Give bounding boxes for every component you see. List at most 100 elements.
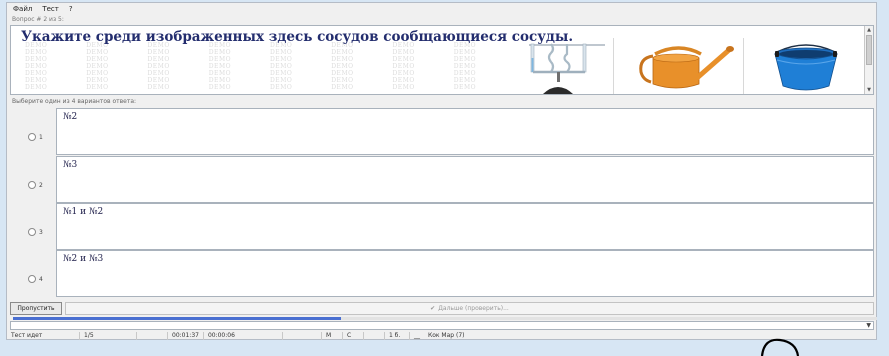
answer-number: 2: [39, 181, 43, 189]
watermark-text: DEMO: [86, 84, 109, 91]
watermark-text: DEMO: [208, 63, 232, 70]
answer-number: 4: [39, 275, 43, 283]
radio-button-4[interactable]: [28, 275, 36, 283]
watermark-text: DEMO: [25, 63, 48, 70]
menu-file[interactable]: Файл: [13, 5, 32, 13]
status-score: 1 б.: [385, 331, 410, 340]
skip-button[interactable]: Пропустить: [10, 302, 62, 315]
answer-box[interactable]: №2 и №3: [56, 250, 874, 297]
watermark-text: DEMO: [392, 77, 415, 84]
watermark-text: DEMO: [331, 77, 354, 84]
status-bar: Тест идет 1/5 00:01:37 00:00:06 M C 1 б.…: [7, 331, 876, 340]
menu-bar: Файл Тест ?: [7, 3, 876, 14]
chevron-down-icon[interactable]: ▼: [866, 322, 871, 330]
status-user-separator: __: [413, 331, 420, 339]
demo-watermark: DEMO DEMO DEMO DEMO DEMO DEMO DEMO DEMO DEMO DEMO…: [25, 42, 515, 94]
radio-button-2[interactable]: [28, 181, 36, 189]
answer-text: №2 и №3: [63, 254, 104, 264]
dropdown-combo[interactable]: ▼: [10, 321, 874, 330]
answer-box[interactable]: №3: [56, 156, 874, 203]
status-c: C: [343, 331, 364, 340]
status-state: Тест идет: [7, 331, 80, 340]
answer-box[interactable]: №2: [56, 108, 874, 155]
watermark-text: DEMO: [331, 56, 354, 63]
question-text: Укажите среди изображенных здесь сосудов…: [21, 29, 574, 45]
answer-number: 3: [39, 228, 43, 236]
watermark-text: DEMO: [270, 84, 293, 91]
watermark-text: DEMO: [392, 70, 415, 77]
status-spacer: [283, 331, 322, 340]
next-button-label: Дальше (проверить)...: [438, 305, 509, 312]
watermark-text: DEMO: [453, 84, 477, 91]
watermark-text: DEMO: [453, 63, 477, 70]
watermark-text: DEMO: [147, 70, 170, 77]
status-m: M: [322, 331, 343, 340]
watermark-text: DEMO: [86, 63, 109, 70]
question-counter: Вопрос # 2 из 5:: [12, 16, 64, 23]
progress-fill: [13, 317, 342, 320]
watermark-text: DEMO: [25, 49, 48, 56]
watermark-text: DEMO: [392, 63, 415, 70]
menu-test[interactable]: Тест: [42, 5, 59, 13]
watermark-text: DEMO: [86, 70, 109, 77]
status-progress: 1/5: [80, 331, 137, 340]
menu-help[interactable]: ?: [69, 5, 73, 13]
answer-list: 1 №2 2 №3 3 №1 и №2 4 №2 и №3: [10, 108, 874, 298]
question-panel: DEMO DEMO DEMO DEMO DEMO DEMO DEMO DEMO DEMO DEMO…: [10, 25, 874, 95]
watermark-text: DEMO: [86, 49, 109, 56]
answer-text: №2: [63, 112, 78, 122]
watermark-text: DEMO: [270, 77, 293, 84]
radio-button-3[interactable]: [28, 228, 36, 236]
status-spacer: [137, 331, 168, 340]
answer-option-1[interactable]: 1 №2: [10, 108, 874, 155]
question-scrollbar[interactable]: ▲ ▼: [864, 26, 873, 94]
test-progress-bar: [13, 317, 877, 320]
watermark-text: DEMO: [331, 63, 354, 70]
watermark-text: DEMO: [208, 84, 232, 91]
action-bar: Пропустить ✔ Дальше (проверить)...: [10, 302, 874, 315]
status-user: Кок Мар (7): [427, 331, 465, 339]
radio-button-1[interactable]: [28, 133, 36, 141]
communicating-vessels-image: [529, 38, 614, 94]
watermark-text: DEMO: [392, 84, 415, 91]
status-question-time: 00:00:06: [204, 331, 283, 340]
scroll-thumb[interactable]: [866, 35, 872, 65]
watermark-text: DEMO: [25, 56, 48, 63]
decorative-curve-icon: [760, 338, 800, 356]
watermark-text: DEMO: [270, 49, 293, 56]
answer-option-2[interactable]: 2 №3: [10, 156, 874, 203]
watermark-text: DEMO: [392, 49, 415, 56]
scroll-down-icon[interactable]: ▼: [865, 86, 873, 94]
status-elapsed: 00:01:37: [168, 331, 204, 340]
watermark-text: DEMO: [453, 77, 477, 84]
next-button[interactable]: ✔ Дальше (проверить)...: [65, 302, 874, 315]
watermark-text: DEMO: [86, 77, 109, 84]
answer-prompt: Выберите один из 4 вариантов ответа:: [12, 98, 137, 105]
answer-text: №3: [63, 160, 78, 170]
watermark-text: DEMO: [147, 77, 170, 84]
watermark-text: DEMO: [25, 77, 48, 84]
answer-option-4[interactable]: 4 №2 и №3: [10, 250, 874, 297]
watermark-text: DEMO: [331, 84, 354, 91]
watermark-text: DEMO: [270, 70, 293, 77]
watermark-text: DEMO: [147, 56, 170, 63]
watermark-text: DEMO: [453, 70, 477, 77]
answer-box[interactable]: №1 и №2: [56, 203, 874, 250]
watermark-text: DEMO: [453, 56, 477, 63]
test-window: Файл Тест ? Вопрос # 2 из 5: DEMO DEMO DEM…: [6, 2, 877, 340]
watermark-text: DEMO: [270, 63, 293, 70]
watermark-text: DEMO: [147, 63, 170, 70]
watermark-text: DEMO: [208, 77, 232, 84]
watermark-text: DEMO: [270, 56, 293, 63]
blue-bucket-image: [774, 44, 838, 91]
watermark-text: DEMO: [331, 49, 354, 56]
answer-option-3[interactable]: 3 №1 и №2: [10, 203, 874, 250]
watermark-text: DEMO: [331, 70, 354, 77]
watermark-text: DEMO: [25, 84, 48, 91]
scroll-up-icon[interactable]: ▲: [865, 26, 873, 34]
watermark-text: DEMO: [86, 56, 109, 63]
watering-can-image: [639, 38, 744, 94]
answer-text: №1 и №2: [63, 207, 104, 217]
watermark-text: DEMO: [25, 70, 48, 77]
status-spacer: [364, 331, 385, 340]
